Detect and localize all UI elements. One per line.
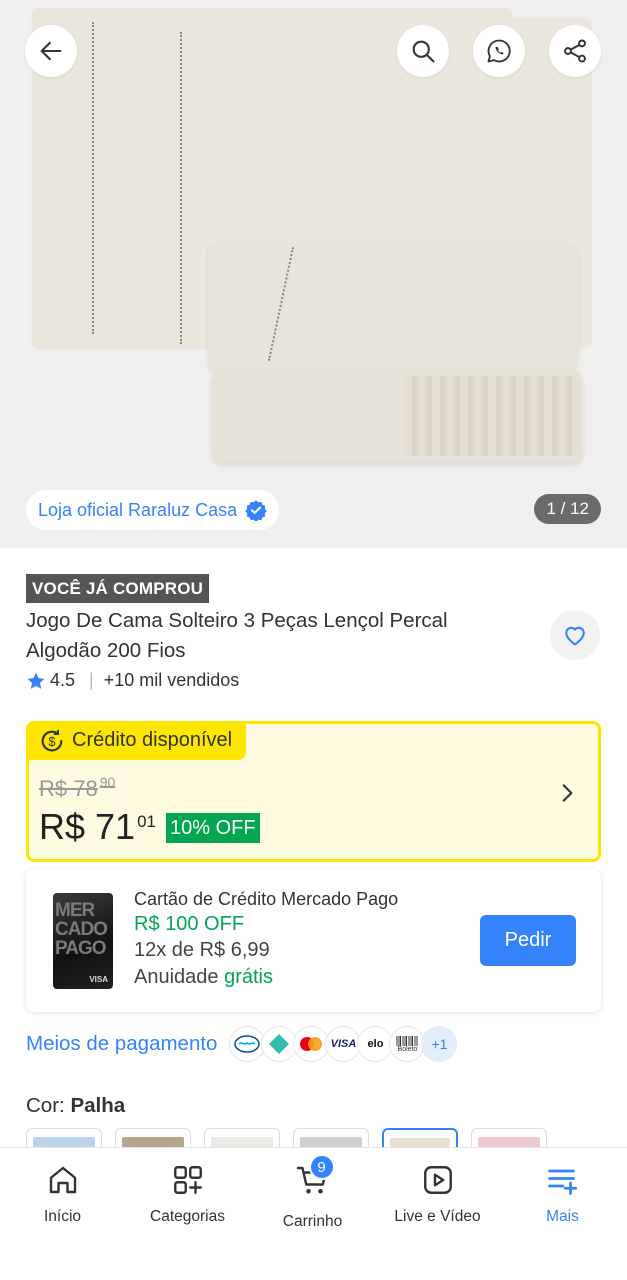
nav-categories[interactable]: Categorias xyxy=(125,1162,250,1226)
card-offer-annual-fee: Anuidade grátis xyxy=(134,966,273,988)
nav-live-video[interactable]: Live e Vídeo xyxy=(375,1162,500,1226)
image-counter: 1 / 12 xyxy=(534,494,601,524)
card-logo-text: MER CADO PAGO xyxy=(55,900,108,959)
bottom-navigation: Início Categorias 9 Carrinho Live e Víde… xyxy=(0,1147,627,1280)
share-button[interactable] xyxy=(549,25,601,77)
whatsapp-share-button[interactable] xyxy=(473,25,525,77)
heart-icon xyxy=(565,626,585,646)
nav-more[interactable]: Mais xyxy=(500,1162,625,1226)
star-icon xyxy=(27,672,45,689)
credit-available-tag: $ Crédito disponível xyxy=(26,721,247,760)
selected-color: Palha xyxy=(70,1094,126,1117)
credit-card-image: MER CADO PAGO VISA xyxy=(53,893,113,989)
elo-icon: elo xyxy=(357,1026,394,1062)
whatsapp-icon xyxy=(487,39,511,63)
play-video-icon xyxy=(423,1166,452,1194)
nav-more-label: Mais xyxy=(546,1208,579,1225)
folded-sheet xyxy=(208,242,578,370)
old-price-cents: 90 xyxy=(99,774,116,790)
favorite-button[interactable] xyxy=(550,610,600,660)
mercado-pago-icon xyxy=(229,1026,266,1062)
store-name: Loja oficial Raraluz Casa xyxy=(38,499,238,520)
home-icon xyxy=(49,1166,76,1194)
cart-count-badge: 9 xyxy=(308,1154,335,1180)
card-offer-title: Cartão de Crédito Mercado Pago xyxy=(134,889,399,909)
product-title: Jogo De Cama Solteiro 3 Peças Lençol Per… xyxy=(26,609,448,662)
current-price: R$ 71 01 xyxy=(39,806,156,847)
card-offer-installments: 12x de R$ 6,99 xyxy=(134,939,270,961)
official-store-link[interactable]: Loja oficial Raraluz Casa xyxy=(26,490,280,530)
current-price-cents: 01 xyxy=(137,812,156,831)
svg-text:$: $ xyxy=(48,734,55,749)
pix-icon xyxy=(261,1026,298,1062)
mastercard-icon xyxy=(293,1026,330,1062)
search-icon xyxy=(412,40,435,63)
payment-methods-link[interactable]: Meios de pagamento xyxy=(26,1032,217,1056)
rating-value: 4.5 xyxy=(50,670,76,690)
payment-methods-row[interactable]: Meios de pagamento VISA elo Boleto +1 xyxy=(26,1026,458,1062)
nav-cart-label: Carrinho xyxy=(282,1213,343,1230)
dollar-clock-icon: $ xyxy=(41,729,63,751)
chevron-right-icon xyxy=(562,784,573,802)
divider: | xyxy=(89,670,94,690)
request-card-button[interactable]: Pedir xyxy=(480,915,576,966)
rating-row[interactable]: 4.5 | +10 mil vendidos xyxy=(26,670,239,691)
card-brand: VISA xyxy=(89,975,108,984)
menu-plus-icon xyxy=(547,1169,577,1195)
nav-home-label: Início xyxy=(43,1208,82,1225)
card-offer-discount: R$ 100 OFF xyxy=(134,913,245,935)
arrow-left-icon xyxy=(40,41,62,61)
more-payment-methods[interactable]: +1 xyxy=(421,1026,458,1062)
share-icon xyxy=(564,39,586,63)
nav-home[interactable]: Início xyxy=(0,1162,125,1226)
visa-icon: VISA xyxy=(325,1026,362,1062)
nav-categories-label: Categorias xyxy=(150,1208,225,1225)
boleto-icon: Boleto xyxy=(389,1026,426,1062)
fitted-sheet xyxy=(212,370,582,462)
sold-count: +10 mil vendidos xyxy=(103,670,240,690)
credit-label: Crédito disponível xyxy=(72,729,233,751)
price-box[interactable]: $ Crédito disponível R$ 78 90 R$ 71 01 10%… xyxy=(26,721,601,862)
credit-card-offer[interactable]: MER CADO PAGO VISA Cartão de Crédito Mer… xyxy=(26,869,601,1012)
nav-cart[interactable]: 9 Carrinho xyxy=(250,1154,375,1231)
old-price: R$ 78 90 xyxy=(39,774,116,801)
search-button[interactable] xyxy=(397,25,449,77)
already-bought-badge: VOCÊ JÁ COMPROU xyxy=(26,574,210,603)
verified-badge-icon xyxy=(245,500,267,521)
product-image-gallery[interactable]: Loja oficial Raraluz Casa 1 / 12 xyxy=(0,0,627,548)
nav-live-label: Live e Vídeo xyxy=(394,1208,481,1225)
back-button[interactable] xyxy=(25,25,77,77)
discount-tag: 10% OFF xyxy=(166,813,260,843)
color-selector-label: Cor: Palha xyxy=(26,1094,126,1117)
categories-icon xyxy=(173,1166,202,1194)
